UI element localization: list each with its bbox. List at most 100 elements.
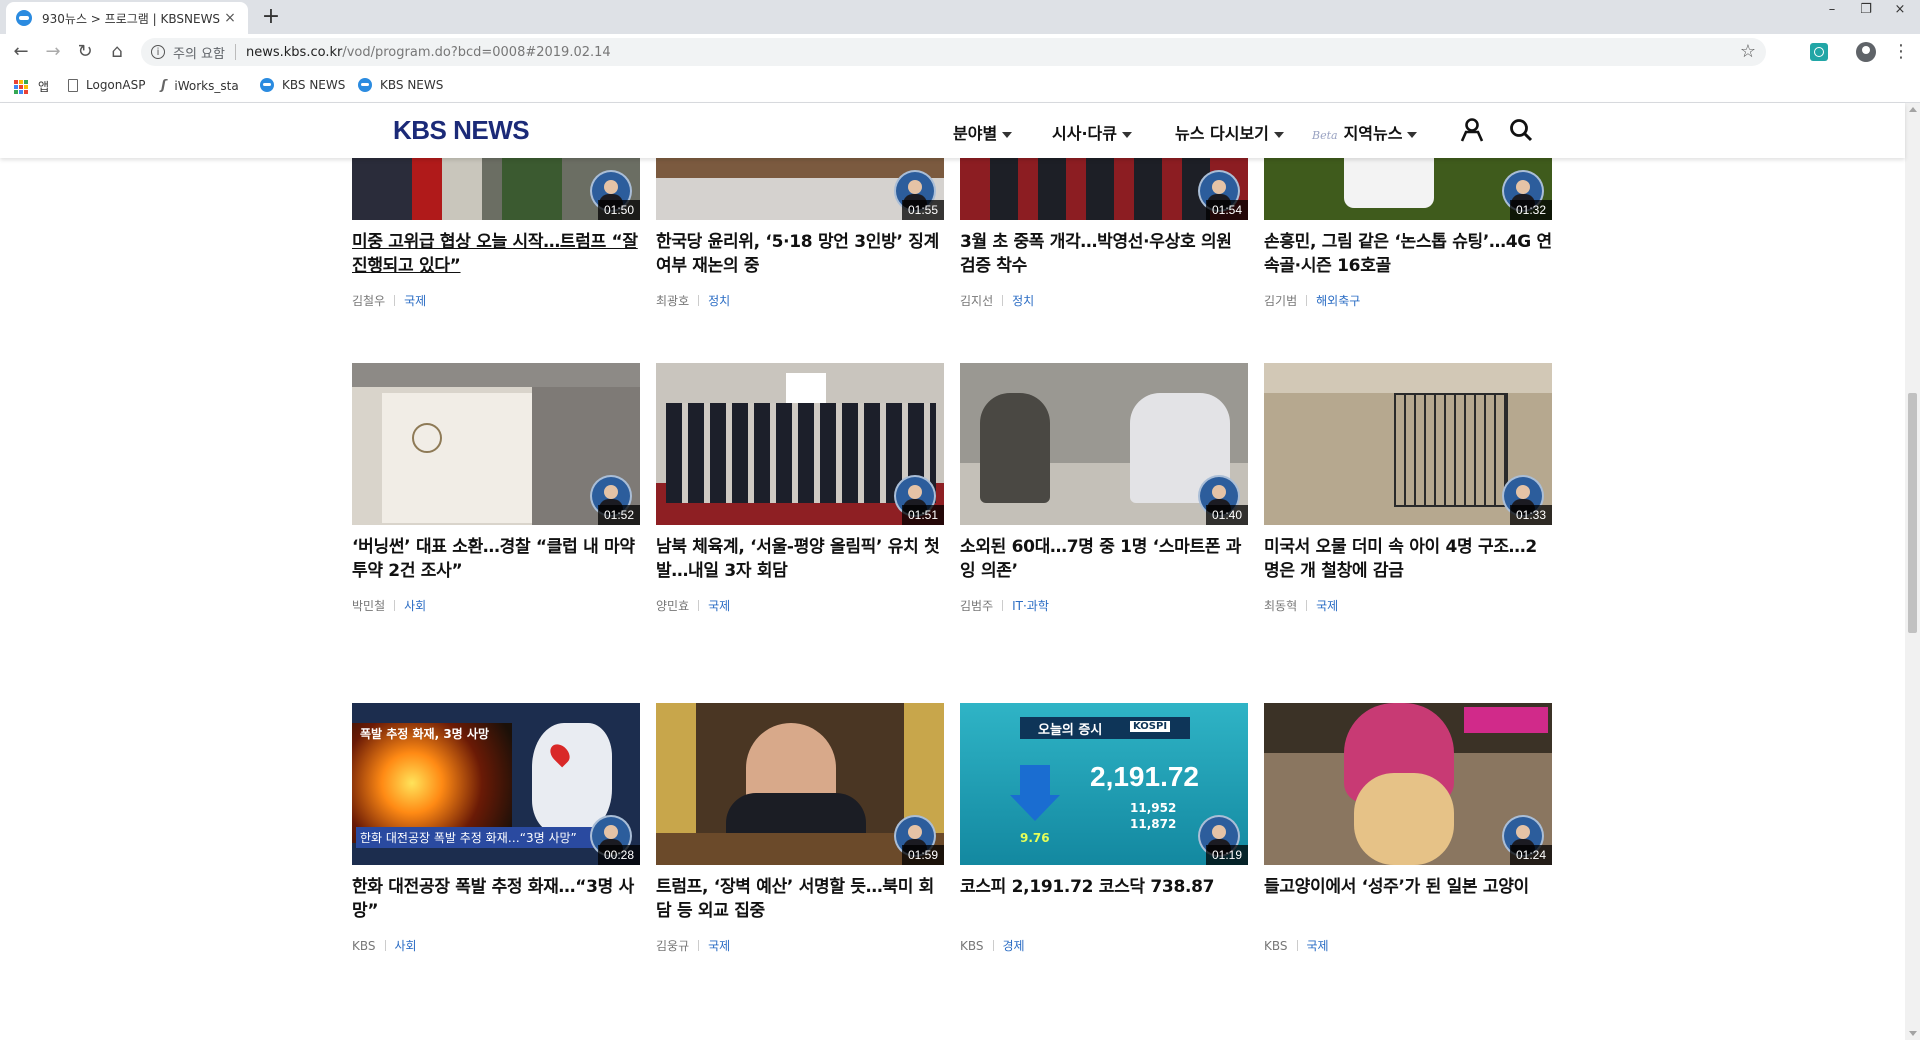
thumb-overlay-caption: 한화 대전공장 폭발 추정 화재…“3명 사망” bbox=[356, 827, 614, 848]
video-duration: 01:55 bbox=[901, 200, 944, 220]
bookmarks-bar: 앱 LogonASP ʃ iWorks_sta KBS NEWS KBS NEW… bbox=[0, 70, 1920, 103]
bookmark-apps[interactable]: 앱 bbox=[14, 78, 49, 95]
scrollbar-thumb[interactable] bbox=[1908, 393, 1917, 633]
video-meta: KBS 국제 bbox=[1264, 937, 1552, 954]
profile-icon[interactable] bbox=[1856, 42, 1876, 62]
reporter-name[interactable]: 김웅규 bbox=[656, 937, 689, 954]
video-headline[interactable]: 손흥민, 그림 같은 ‘논스톱 슈팅’…4G 연속골·시즌 16호골 bbox=[1264, 230, 1552, 278]
video-card[interactable]: 01:52 ‘버닝썬’ 대표 소환…경찰 “클럽 내 마약 투약 2건 조사” 박민… bbox=[352, 363, 640, 614]
video-headline[interactable]: 미국서 오물 더미 속 아이 4명 구조…2명은 개 철창에 감금 bbox=[1264, 535, 1552, 583]
caret-down-icon bbox=[1273, 131, 1284, 138]
address-bar[interactable]: i 주의 요함 news.kbs.co.kr /vod/program.do?b… bbox=[141, 38, 1766, 66]
reporter-name[interactable]: 최광호 bbox=[656, 292, 689, 309]
bookmark-star-icon[interactable]: ☆ bbox=[1740, 41, 1756, 62]
category-link[interactable]: 국제 bbox=[708, 937, 730, 954]
close-window-button[interactable]: × bbox=[1884, 0, 1916, 22]
divider bbox=[698, 600, 700, 611]
scroll-up-arrow-icon[interactable] bbox=[1909, 107, 1917, 112]
user-icon[interactable] bbox=[1459, 117, 1485, 143]
video-card[interactable]: 01:59 트럼프, ‘장벽 예산’ 서명할 듯…북미 회담 등 외교 집중김웅규… bbox=[656, 703, 944, 954]
minimize-button[interactable]: – bbox=[1816, 0, 1848, 22]
reporter-name[interactable]: 김지선 bbox=[960, 292, 993, 309]
back-arrow-icon[interactable]: ← bbox=[9, 41, 33, 63]
video-thumbnail[interactable]: 오늘의 증시 KOSPI 2,191.72 9.76 11,952 11,872 01:19 bbox=[960, 703, 1248, 865]
reporter-name[interactable]: 김범주 bbox=[960, 597, 993, 614]
video-thumbnail[interactable]: 01:51 bbox=[656, 363, 944, 525]
video-thumbnail[interactable]: 01:59 bbox=[656, 703, 944, 865]
video-card[interactable]: 01:51 남북 체육계, ‘서울-평양 올림픽’ 유치 첫발…내일 3자 회담양… bbox=[656, 363, 944, 614]
forward-arrow-icon[interactable]: → bbox=[41, 41, 65, 63]
category-link[interactable]: IT·과학 bbox=[1012, 597, 1049, 614]
reporter-name[interactable]: 박민철 bbox=[352, 597, 385, 614]
beta-badge: Beta bbox=[1312, 129, 1338, 142]
browser-tab[interactable]: 930뉴스 > 프로그램 | KBSNEWS × bbox=[6, 2, 248, 34]
nav-current-affairs[interactable]: 시사·다큐 bbox=[1052, 120, 1132, 144]
video-headline[interactable]: 트럼프, ‘장벽 예산’ 서명할 듯…북미 회담 등 외교 집중 bbox=[656, 875, 944, 923]
video-card[interactable]: 폭발 추정 화재, 3명 사망 한화 대전공장 폭발 추정 화재…“3명 사망” 0… bbox=[352, 703, 640, 954]
video-thumbnail[interactable]: 01:24 bbox=[1264, 703, 1552, 865]
reporter-name[interactable]: KBS bbox=[1264, 939, 1288, 953]
home-icon[interactable]: ⌂ bbox=[105, 41, 129, 63]
video-duration: 01:33 bbox=[1509, 505, 1552, 525]
reporter-name[interactable]: KBS bbox=[960, 939, 984, 953]
bookmark-logonasp[interactable]: LogonASP bbox=[68, 78, 145, 92]
reporter-name[interactable]: 김기범 bbox=[1264, 292, 1297, 309]
page-scrollbar[interactable] bbox=[1905, 103, 1920, 1040]
video-headline[interactable]: ‘버닝썬’ 대표 소환…경찰 “클럽 내 마약 투약 2건 조사” bbox=[352, 535, 640, 583]
extension-icon[interactable] bbox=[1810, 43, 1828, 61]
scroll-down-arrow-icon[interactable] bbox=[1909, 1031, 1917, 1036]
video-card[interactable]: 01:40 소외된 60대…7명 중 1명 ‘스마트폰 과잉 의존’ 김범주 IT·과… bbox=[960, 363, 1248, 614]
video-thumbnail[interactable]: 01:33 bbox=[1264, 363, 1552, 525]
reporter-name[interactable]: 최동혁 bbox=[1264, 597, 1297, 614]
video-card[interactable]: 01:33 미국서 오물 더미 속 아이 4명 구조…2명은 개 철창에 감금최동… bbox=[1264, 363, 1552, 614]
nav-label: 분야별 bbox=[953, 124, 998, 143]
reporter-name[interactable]: 양민효 bbox=[656, 597, 689, 614]
bookmark-label: KBS NEWS bbox=[380, 78, 444, 92]
new-tab-button[interactable]: + bbox=[258, 4, 284, 30]
kbs-icon bbox=[260, 78, 274, 92]
nav-news-replay[interactable]: 뉴스 다시보기 bbox=[1175, 120, 1284, 144]
video-headline[interactable]: 한국당 윤리위, ‘5·18 망언 3인방’ 징계 여부 재논의 중 bbox=[656, 230, 944, 278]
divider bbox=[1002, 600, 1004, 611]
video-headline[interactable]: 미중 고위급 협상 오늘 시작…트럼프 “잘 진행되고 있다” bbox=[352, 230, 640, 278]
restore-button[interactable]: ❐ bbox=[1850, 0, 1882, 22]
kebab-menu-icon[interactable]: ⋮ bbox=[1892, 41, 1910, 62]
category-link[interactable]: 국제 bbox=[708, 597, 730, 614]
category-link[interactable]: 정치 bbox=[1012, 292, 1034, 309]
video-headline[interactable]: 남북 체육계, ‘서울-평양 올림픽’ 유치 첫발…내일 3자 회담 bbox=[656, 535, 944, 583]
nav-by-field[interactable]: 분야별 bbox=[953, 120, 1013, 144]
bookmark-iworks[interactable]: ʃ iWorks_sta bbox=[161, 78, 239, 93]
reporter-name[interactable]: KBS bbox=[352, 939, 376, 953]
video-card[interactable]: 오늘의 증시 KOSPI 2,191.72 9.76 11,952 11,872 01:19… bbox=[960, 703, 1248, 954]
category-link[interactable]: 해외축구 bbox=[1316, 292, 1360, 309]
video-thumbnail[interactable]: 01:52 bbox=[352, 363, 640, 525]
category-link[interactable]: 경제 bbox=[1003, 937, 1025, 954]
tab-close-icon[interactable]: × bbox=[222, 10, 238, 26]
video-headline[interactable]: 3월 초 중폭 개각…박영선·우상호 의원 검증 착수 bbox=[960, 230, 1248, 278]
video-thumbnail[interactable]: 폭발 추정 화재, 3명 사망 한화 대전공장 폭발 추정 화재…“3명 사망” 0… bbox=[352, 703, 640, 865]
bookmark-kbs-news-1[interactable]: KBS NEWS bbox=[260, 78, 345, 92]
category-link[interactable]: 국제 bbox=[1316, 597, 1338, 614]
category-link[interactable]: 정치 bbox=[708, 292, 730, 309]
ticker-value: 2,191.72 bbox=[1090, 761, 1199, 792]
video-card[interactable]: 01:24 들고양이에서 ‘성주’가 된 일본 고양이 KBS 국제 bbox=[1264, 703, 1552, 954]
video-headline[interactable]: 들고양이에서 ‘성주’가 된 일본 고양이 bbox=[1264, 875, 1552, 923]
search-icon[interactable] bbox=[1508, 117, 1534, 143]
divider bbox=[992, 940, 994, 951]
reporter-name[interactable]: 김철우 bbox=[352, 292, 385, 309]
video-headline[interactable]: 코스피 2,191.72 코스닥 738.87 bbox=[960, 875, 1248, 923]
reload-icon[interactable]: ↻ bbox=[73, 41, 97, 63]
video-meta: 양민효 국제 bbox=[656, 597, 944, 614]
category-link[interactable]: 사회 bbox=[404, 597, 426, 614]
video-thumbnail[interactable]: 01:40 bbox=[960, 363, 1248, 525]
category-link[interactable]: 국제 bbox=[1307, 937, 1329, 954]
bookmark-kbs-news-2[interactable]: KBS NEWS bbox=[358, 78, 443, 92]
category-link[interactable]: 사회 bbox=[395, 937, 417, 954]
info-icon[interactable]: i bbox=[151, 45, 165, 59]
video-headline[interactable]: 소외된 60대…7명 중 1명 ‘스마트폰 과잉 의존’ bbox=[960, 535, 1248, 583]
video-headline[interactable]: 한화 대전공장 폭발 추정 화재…“3명 사망” bbox=[352, 875, 640, 923]
nav-local-news[interactable]: Beta 지역뉴스 bbox=[1312, 120, 1418, 144]
video-duration: 01:54 bbox=[1205, 200, 1248, 220]
site-logo[interactable]: KBS NEWS bbox=[393, 115, 530, 146]
category-link[interactable]: 국제 bbox=[404, 292, 426, 309]
